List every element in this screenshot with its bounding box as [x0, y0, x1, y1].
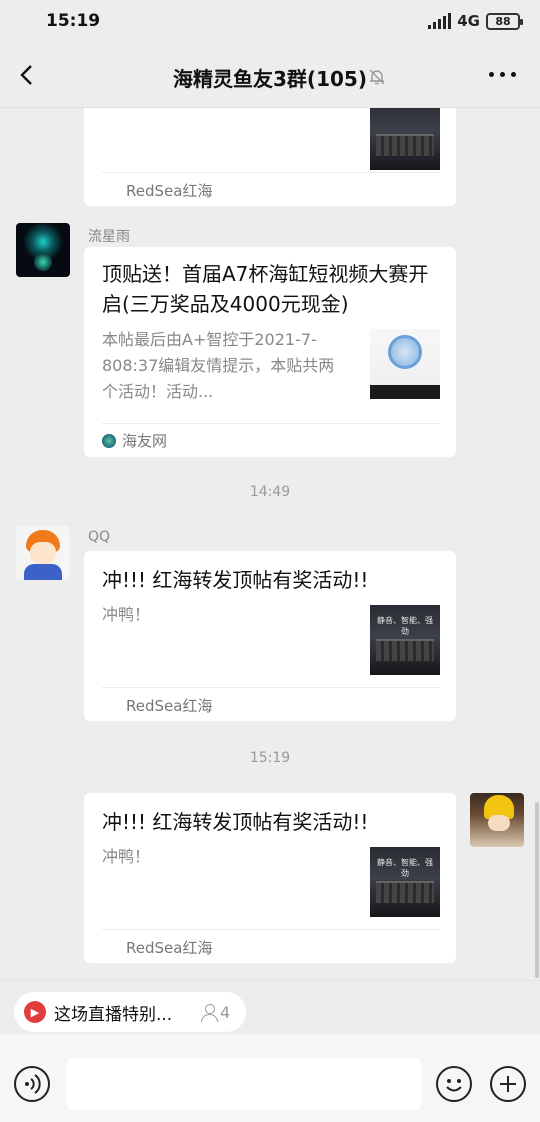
card-source: RedSea红海 — [102, 937, 212, 958]
scrollbar[interactable] — [535, 802, 539, 978]
card-thumbnail: 静音、智能、强劲 — [370, 847, 440, 917]
thumbnail-text: 静音、智能、强劲 — [377, 616, 433, 636]
thumbnail-text: 静音、智能、强劲 — [377, 858, 433, 878]
voice-input-button[interactable] — [14, 1066, 50, 1102]
redsea-logo-icon — [102, 186, 120, 195]
more-actions-button[interactable] — [490, 1066, 526, 1102]
avatar[interactable] — [16, 526, 70, 580]
voice-icon — [25, 1074, 41, 1094]
haiyou-logo-icon — [102, 433, 116, 448]
card-divider — [102, 929, 440, 930]
chat-title[interactable]: 海精灵鱼友3群(105) — [0, 63, 540, 92]
card-source: 海友网 — [102, 430, 167, 451]
card-thumbnail — [370, 329, 440, 399]
link-card[interactable]: 顶贴送！首届A7杯海缸短视频大赛开启(三万奖品及4000元现金) 本帖最后由A+… — [84, 247, 456, 457]
signal-icon — [428, 13, 452, 29]
live-tv-icon: ▶ — [24, 1001, 46, 1023]
chat-header: 海精灵鱼友3群(105) — [0, 44, 540, 108]
battery-level: 88 — [495, 14, 511, 28]
mute-bell-icon — [369, 69, 385, 85]
status-icons: 4G 88 — [428, 12, 523, 30]
timestamp: 14:49 — [249, 484, 291, 500]
viewer-count: 4 — [220, 1002, 231, 1022]
card-title: 顶贴送！首届A7杯海缸短视频大赛开启(三万奖品及4000元现金) — [102, 262, 429, 316]
card-source-label: RedSea红海 — [126, 182, 213, 200]
status-bar: 15:19 4G 88 — [0, 0, 540, 44]
more-dot-icon — [489, 72, 494, 77]
card-thumbnail — [370, 108, 440, 170]
card-source: RedSea红海 — [102, 180, 212, 201]
link-card[interactable]: RedSea红海 — [84, 108, 456, 206]
viewer-icon — [200, 1003, 218, 1022]
card-source-label: RedSea红海 — [126, 939, 213, 957]
card-title: 冲!!! 红海转发顶帖有奖活动!! — [102, 568, 369, 592]
chat-messages[interactable]: RedSea红海 流星雨 顶贴送！首届A7杯海缸短视频大赛开启(三万奖品及400… — [0, 108, 540, 980]
link-card[interactable]: 冲!!! 红海转发顶帖有奖活动!! 冲鸭！ 静音、智能、强劲 RedSea红海 — [84, 793, 456, 963]
timestamp: 15:19 — [249, 750, 291, 766]
card-description: 本帖最后由A+智控于2021-7-808:37编辑友情提示，本贴共两个活动！活动… — [102, 330, 335, 401]
message-input[interactable] — [66, 1058, 422, 1110]
status-time: 15:19 — [46, 11, 101, 31]
emoji-button[interactable] — [436, 1066, 472, 1102]
more-dot-icon — [500, 72, 505, 77]
smiley-icon — [446, 1079, 462, 1092]
card-divider — [102, 172, 440, 173]
more-options-button[interactable] — [489, 72, 516, 77]
sender-name: QQ — [88, 529, 111, 545]
card-description: 冲鸭！ — [102, 847, 151, 866]
redsea-logo-icon — [102, 701, 120, 710]
live-stream-pill[interactable]: ▶ 这场直播特别... 4 — [14, 992, 246, 1032]
card-thumbnail: 静音、智能、强劲 — [370, 605, 440, 675]
avatar[interactable] — [16, 223, 70, 277]
more-dot-icon — [511, 72, 516, 77]
card-divider — [102, 687, 440, 688]
network-label: 4G — [457, 12, 480, 30]
card-title: 冲!!! 红海转发顶帖有奖活动!! — [102, 810, 369, 834]
card-description: 冲鸭！ — [102, 605, 151, 624]
avatar[interactable] — [470, 793, 524, 847]
card-source-label: 海友网 — [122, 432, 168, 450]
live-stream-bar: ▶ 这场直播特别... 4 — [0, 980, 540, 1034]
battery-icon: 88 — [486, 12, 523, 30]
link-card[interactable]: 冲!!! 红海转发顶帖有奖活动!! 冲鸭！ 静音、智能、强劲 RedSea红海 — [84, 551, 456, 721]
input-bar — [0, 1034, 540, 1122]
sender-name: 流星雨 — [88, 229, 130, 245]
card-source-label: RedSea红海 — [126, 697, 213, 715]
live-stream-title: 这场直播特别... — [54, 1004, 173, 1025]
redsea-logo-icon — [102, 943, 120, 952]
card-divider — [102, 423, 440, 424]
card-source: RedSea红海 — [102, 695, 212, 716]
